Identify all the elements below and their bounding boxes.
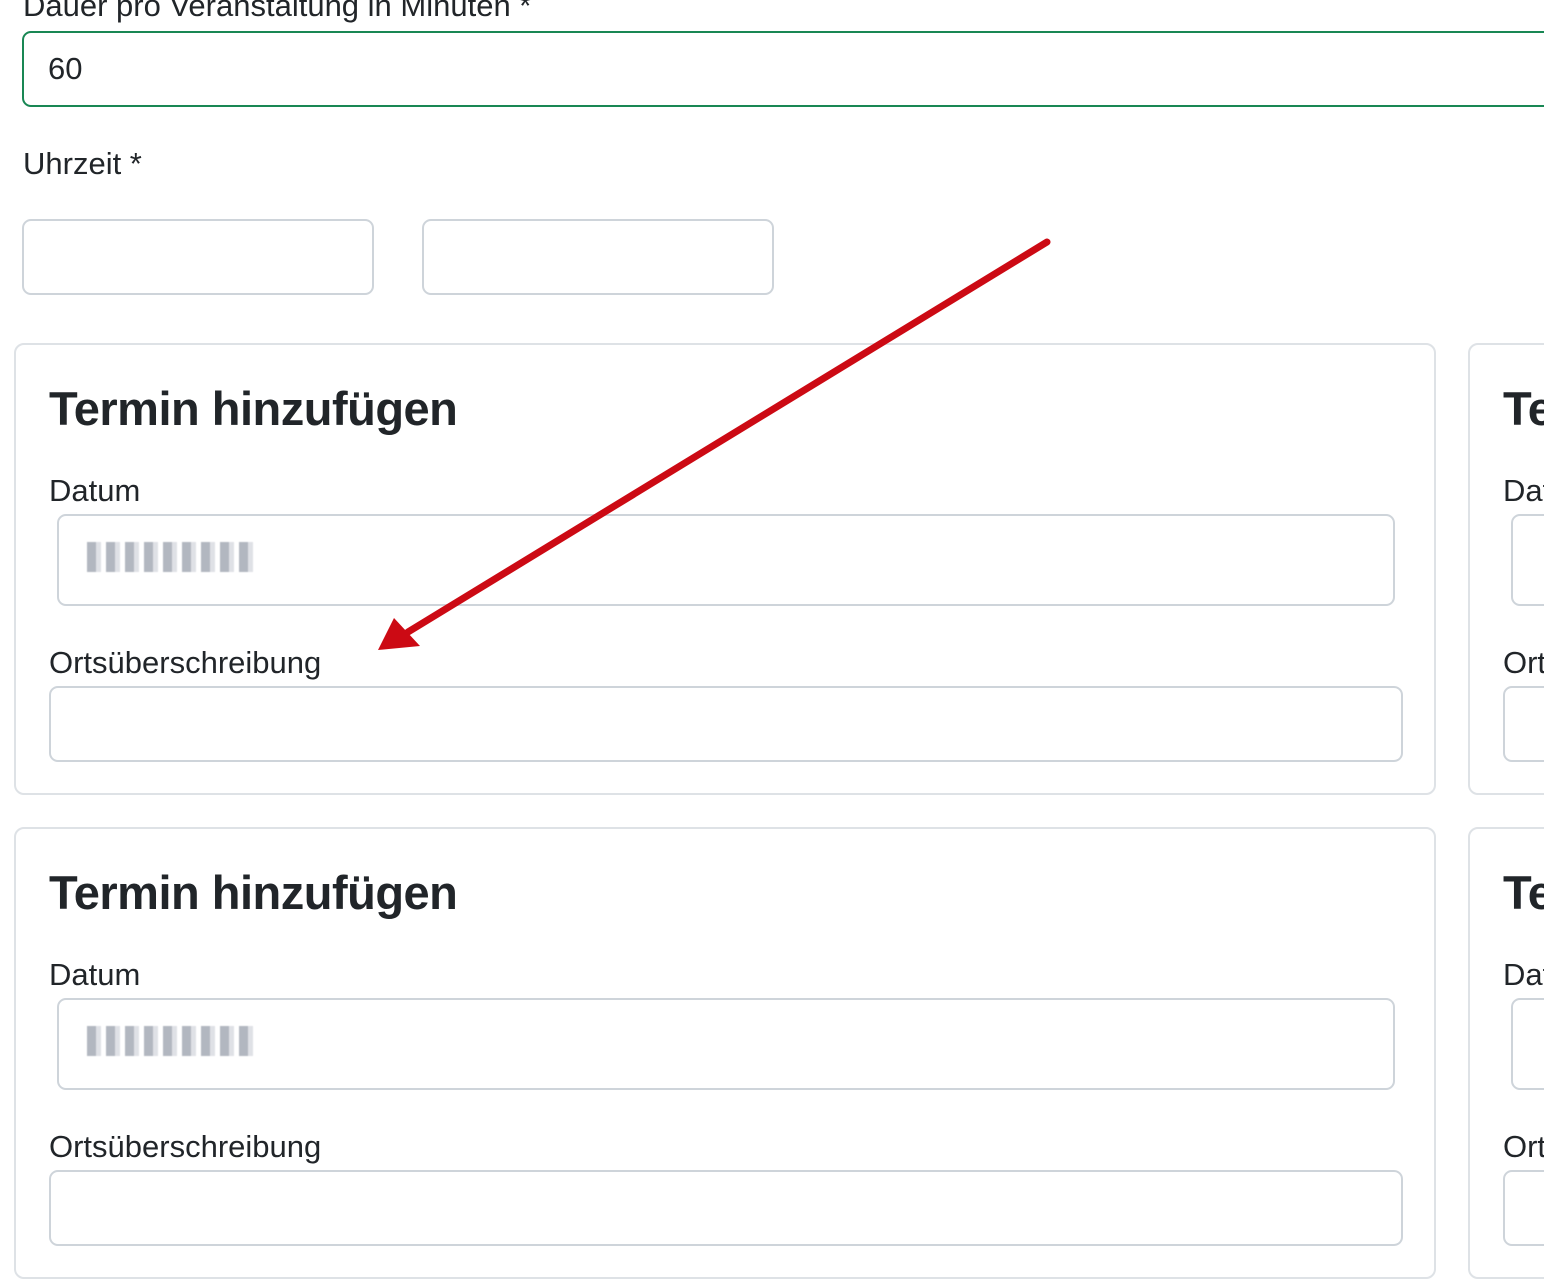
date-label: Datum xyxy=(49,957,141,992)
date-input[interactable] xyxy=(57,514,1395,606)
location-override-label: Ortsüberschreibung xyxy=(49,645,322,680)
time-label: Uhrzeit * xyxy=(23,146,142,181)
date-input[interactable] xyxy=(1511,514,1544,606)
location-override-input[interactable] xyxy=(1503,686,1544,762)
location-override-input[interactable] xyxy=(49,1170,1403,1246)
time-end-input[interactable] xyxy=(422,219,774,295)
date-input[interactable] xyxy=(1511,998,1544,1090)
card-title: Termin hinzufügen xyxy=(49,866,458,919)
duration-input[interactable] xyxy=(22,31,1544,107)
duration-label: Dauer pro Veranstaltung in Minuten * xyxy=(23,0,532,23)
appointment-card: Termin hinzufügen Datum Ortsüberschreibu… xyxy=(14,343,1436,795)
date-label: Dat xyxy=(1503,957,1544,992)
card-title: Termin hinzufügen xyxy=(49,382,458,435)
location-override-input[interactable] xyxy=(49,686,1403,762)
location-override-label: Ort xyxy=(1503,1129,1544,1164)
blurred-date-value xyxy=(87,542,257,572)
appointment-card-right: Te Dat Ort xyxy=(1468,827,1544,1279)
location-override-label: Ort xyxy=(1503,645,1544,680)
location-override-input[interactable] xyxy=(1503,1170,1544,1246)
time-start-input[interactable] xyxy=(22,219,374,295)
card-title: Te xyxy=(1503,382,1544,435)
appointment-card-right: Te Dat Ort xyxy=(1468,343,1544,795)
date-label: Dat xyxy=(1503,473,1544,508)
location-override-label: Ortsüberschreibung xyxy=(49,1129,322,1164)
blurred-date-value xyxy=(87,1026,257,1056)
appointment-card: Termin hinzufügen Datum Ortsüberschreibu… xyxy=(14,827,1436,1279)
date-label: Datum xyxy=(49,473,141,508)
date-input[interactable] xyxy=(57,998,1395,1090)
card-title: Te xyxy=(1503,866,1544,919)
